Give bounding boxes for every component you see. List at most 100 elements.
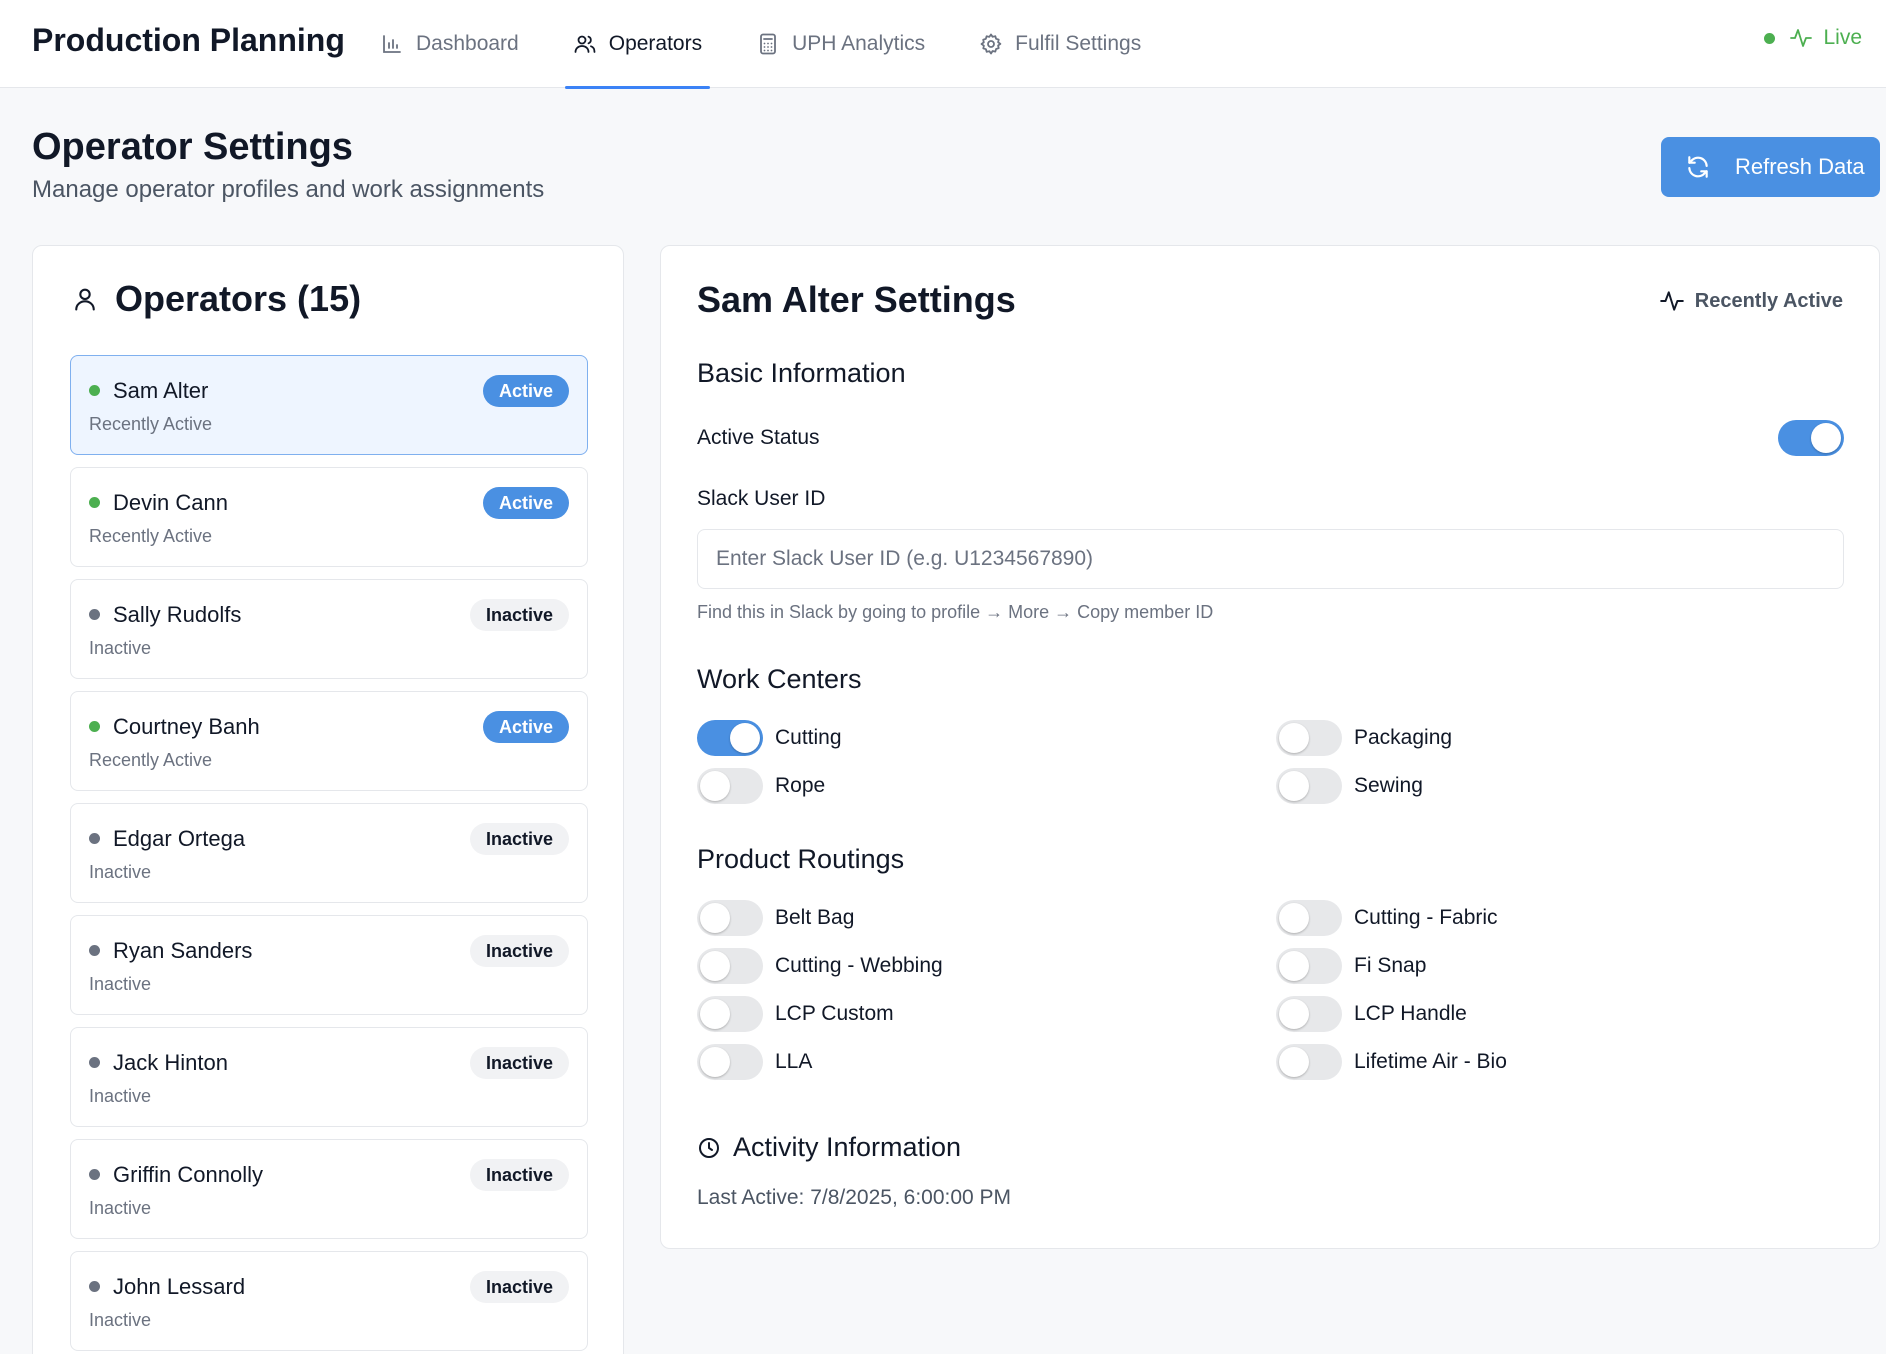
operator-activity-status: Inactive	[89, 1086, 152, 1106]
status-badge: Inactive	[469, 1271, 569, 1303]
tab-fulfil-settings[interactable]: Fulfil Settings	[959, 0, 1161, 88]
operator-name: Sally Rudolfs	[113, 602, 242, 627]
operator-card[interactable]: Courtney Banh Recently Active Active	[70, 691, 588, 791]
refresh-label: Refresh Data	[1735, 154, 1865, 179]
status-badge: Active	[482, 711, 569, 743]
operator-settings-panel: Sam Alter Settings Recently Active Basic…	[660, 245, 1880, 1249]
operator-card[interactable]: Sam Alter Recently Active Active	[70, 355, 588, 455]
status-badge: Inactive	[469, 1047, 569, 1079]
toggle-switch[interactable]	[1276, 996, 1342, 1032]
activity-icon	[1790, 29, 1813, 47]
toggle-option: Cutting - Webbing	[697, 948, 943, 984]
active-status-toggle[interactable]	[1778, 420, 1844, 456]
toggle-switch[interactable]	[697, 768, 763, 804]
main-tabs: Dashboard Operators UPH Analytics Fulfil…	[360, 0, 1175, 89]
operator-status-dot	[89, 721, 100, 732]
operator-name: Ryan Sanders	[113, 938, 253, 963]
toggle-knob	[1811, 423, 1841, 453]
toggle-switch[interactable]	[1276, 720, 1342, 756]
toggle-knob	[1279, 903, 1309, 933]
recent-activity-label: Recently Active	[1694, 289, 1843, 312]
clock-icon	[699, 1137, 719, 1158]
tab-label: Dashboard	[416, 32, 519, 55]
toggle-switch[interactable]	[1276, 768, 1342, 804]
operator-card[interactable]: Devin Cann Recently Active Active	[70, 467, 588, 567]
page-title: Operator Settings	[32, 126, 353, 168]
live-label: Live	[1823, 26, 1862, 49]
operator-activity-status: Inactive	[89, 1198, 152, 1218]
toggle-switch[interactable]	[697, 996, 763, 1032]
toggle-switch[interactable]	[697, 1044, 763, 1080]
operator-status-dot	[89, 1169, 100, 1180]
toggle-option: LLA	[697, 1044, 812, 1080]
gear-icon	[980, 33, 1002, 55]
operator-card[interactable]: Edgar Ortega Inactive Inactive	[70, 803, 588, 903]
operators-panel: Operators (15) Sam Alter Recently Active A…	[32, 245, 624, 1354]
toggle-knob	[730, 723, 760, 753]
toggle-option: Belt Bag	[697, 900, 854, 936]
toggle-switch[interactable]	[697, 900, 763, 936]
basic-information-heading: Basic Information	[697, 358, 906, 388]
toggle-option: Fi Snap	[1276, 948, 1426, 984]
toggle-switch[interactable]	[697, 948, 763, 984]
toggle-knob	[1279, 1047, 1309, 1077]
operator-name: Devin Cann	[113, 490, 228, 515]
toggle-knob	[1279, 771, 1309, 801]
toggle-option: LCP Handle	[1276, 996, 1467, 1032]
operator-activity-status: Inactive	[89, 974, 152, 994]
user-icon	[75, 288, 95, 311]
last-active-timestamp: Last Active: 7/8/2025, 6:00:00 PM	[697, 1186, 1012, 1209]
toggle-label: Packaging	[1354, 726, 1453, 749]
toggle-label: Cutting - Fabric	[1354, 906, 1498, 929]
toggle-knob	[1279, 999, 1309, 1029]
live-status-dot	[1764, 32, 1776, 44]
refresh-icon	[1688, 156, 1708, 178]
toggle-switch[interactable]	[1276, 948, 1342, 984]
operator-activity-status: Inactive	[89, 862, 152, 882]
toggle-switch[interactable]	[1276, 900, 1342, 936]
toggle-knob	[700, 999, 730, 1029]
operator-name: Courtney Banh	[113, 714, 260, 739]
activity-information-title: Activity Information	[733, 1132, 962, 1162]
toggle-option: Sewing	[1276, 768, 1423, 804]
operator-card[interactable]: Jack Hinton Inactive Inactive	[70, 1027, 588, 1127]
toggle-label: LCP Custom	[775, 1002, 894, 1025]
toggle-option: Lifetime Air - Bio	[1276, 1044, 1507, 1080]
refresh-data-button[interactable]: Refresh Data	[1661, 137, 1880, 197]
toggle-label: Rope	[775, 774, 826, 797]
operators-panel-title: Operators (15)	[115, 278, 362, 319]
page-subtitle: Manage operator profiles and work assign…	[32, 176, 545, 203]
operator-name: Griffin Connolly	[113, 1162, 263, 1187]
toggle-label: Fi Snap	[1354, 954, 1427, 977]
toggle-knob	[700, 951, 730, 981]
toggle-knob	[1279, 723, 1309, 753]
toggle-option: Cutting - Fabric	[1276, 900, 1498, 936]
status-badge: Active	[482, 375, 569, 407]
settings-title: Sam Alter Settings	[697, 279, 1016, 320]
toggle-label: Belt Bag	[775, 906, 855, 929]
toggle-option: LCP Custom	[697, 996, 894, 1032]
tab-operators[interactable]: Operators	[553, 0, 722, 89]
tab-uph-analytics[interactable]: UPH Analytics	[736, 0, 945, 88]
operator-status-dot	[89, 497, 100, 508]
recent-activity-indicator: Recently Active	[1659, 288, 1843, 314]
toggle-switch[interactable]	[1276, 1044, 1342, 1080]
operator-card[interactable]: Ryan Sanders Inactive Inactive	[70, 915, 588, 1015]
operator-name: Sam Alter	[113, 378, 209, 403]
toggle-switch[interactable]	[697, 720, 763, 756]
status-badge: Active	[482, 487, 569, 519]
toggle-label: Cutting	[775, 726, 842, 749]
operator-card[interactable]: Sally Rudolfs Inactive Inactive	[70, 579, 588, 679]
active-status-label: Active Status	[697, 426, 820, 449]
toggle-label: Cutting - Webbing	[775, 954, 943, 977]
activity-icon	[1659, 291, 1684, 311]
operator-status-dot	[89, 1281, 100, 1292]
operator-name: Edgar Ortega	[113, 826, 246, 851]
slack-user-id-input[interactable]	[697, 529, 1844, 589]
operator-card[interactable]: Griffin Connolly Inactive Inactive	[70, 1139, 588, 1239]
toggle-knob	[700, 903, 730, 933]
tab-dashboard[interactable]: Dashboard	[360, 0, 539, 88]
operator-card[interactable]: John Lessard Inactive Inactive	[70, 1251, 588, 1351]
operator-status-dot	[89, 833, 100, 844]
product-routings-heading: Product Routings	[697, 844, 905, 874]
